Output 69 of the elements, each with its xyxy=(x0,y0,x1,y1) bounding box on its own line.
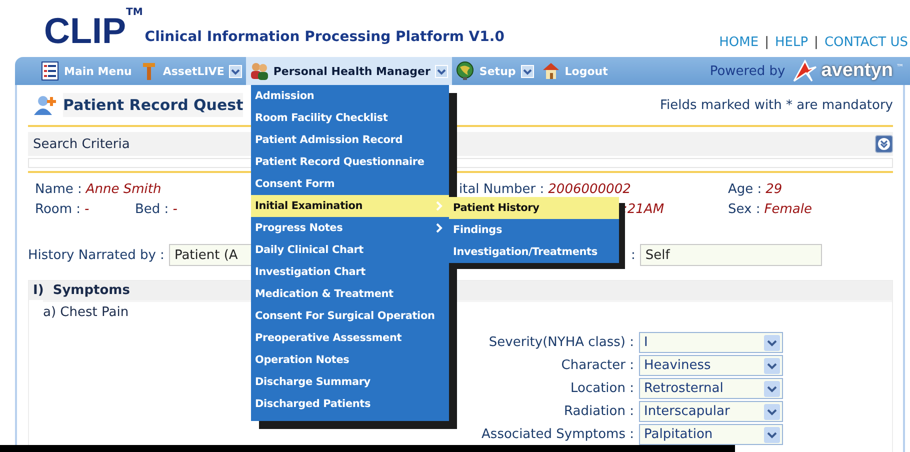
link-separator: | xyxy=(814,35,818,50)
field-label: ital Number : xyxy=(459,182,544,196)
dropdown-field[interactable]: I xyxy=(639,332,783,353)
globe-icon xyxy=(456,61,474,81)
field-label: Severity(NYHA class) : xyxy=(488,335,635,350)
people-icon xyxy=(250,61,268,81)
menu-item[interactable]: Patient Admission Record xyxy=(251,129,449,151)
field-value: Female xyxy=(764,202,812,216)
caret-icon xyxy=(764,334,780,350)
field-value: 2006000002 xyxy=(548,182,631,196)
menu-item[interactable]: Discharged Patients xyxy=(251,393,449,415)
field-label: Character : xyxy=(561,358,635,373)
field-value: :21AM xyxy=(623,202,664,216)
dropdown-field[interactable]: Heaviness xyxy=(639,355,783,376)
field-label: Location : xyxy=(570,381,635,396)
page-title: Patient Record Quest xyxy=(63,93,244,117)
field-value: 29 xyxy=(766,182,782,196)
dropdown-field[interactable]: Interscapular xyxy=(639,401,783,422)
expand-icon xyxy=(875,135,893,153)
field-label: Age : xyxy=(728,182,762,196)
brand-name: aventyn xyxy=(821,60,893,82)
clip-logo: CLIP xyxy=(44,13,126,49)
nav-menu-item[interactable]: Setup xyxy=(452,57,538,85)
nav-menu-item[interactable]: AssetLIVE xyxy=(136,57,246,85)
menu-item[interactable]: Admission xyxy=(251,85,449,107)
trademark-mark: ™ xyxy=(896,63,904,72)
house-icon xyxy=(542,61,560,81)
field-value: Anne Smith xyxy=(86,182,162,196)
header-link[interactable]: HELP xyxy=(774,35,808,50)
menu-item[interactable]: Operation Notes xyxy=(251,349,449,371)
field-value: - xyxy=(84,202,90,216)
caret-icon xyxy=(764,426,780,442)
header-link[interactable]: CONTACT US xyxy=(824,35,908,50)
menu-item[interactable]: Investigation/Treatments xyxy=(449,241,619,263)
field-label: Associated Symptoms : xyxy=(482,427,635,442)
mandatory-note: Fields marked with * are mandatory xyxy=(660,98,893,112)
caret-icon xyxy=(764,380,780,396)
nav-menu-item[interactable]: Personal Health Manager xyxy=(246,57,452,85)
caret-icon xyxy=(764,404,780,420)
nav-menu-item[interactable]: Logout xyxy=(538,57,612,85)
menu-item[interactable]: Progress Notes xyxy=(251,217,449,239)
menu-item[interactable]: Initial Examination xyxy=(251,195,449,217)
menu-item[interactable]: Discharge Summary xyxy=(251,371,449,393)
app-subtitle: Clinical Information Processing Platform V1.0 xyxy=(144,29,504,45)
link-separator: | xyxy=(764,35,769,50)
patient-icon xyxy=(33,94,57,116)
menu-item[interactable]: Findings xyxy=(449,219,619,241)
menu-item[interactable]: Preoperative Assessment xyxy=(251,327,449,349)
header-link[interactable]: HOME xyxy=(719,35,759,50)
menu-item[interactable]: Room Facility Checklist xyxy=(251,107,449,129)
caret-icon xyxy=(764,358,780,374)
list-icon xyxy=(41,61,59,81)
menu-item[interactable]: Consent Form xyxy=(251,173,449,195)
trademark-mark: TM xyxy=(126,7,143,18)
menu-item[interactable]: Patient History xyxy=(449,197,619,219)
field-label: History Narrated by : xyxy=(28,248,164,262)
dropdown-field[interactable]: Retrosternal xyxy=(639,378,783,399)
powered-by-text: Powered by xyxy=(710,64,786,78)
field-label: Radiation : xyxy=(564,404,635,419)
field-label: Sex : xyxy=(728,202,760,216)
field-label: Bed : xyxy=(135,202,169,216)
text-field[interactable]: Self xyxy=(640,244,822,266)
field-label: : xyxy=(631,248,636,262)
nav-menu-item[interactable]: Main Menu xyxy=(37,57,136,85)
dropdown-field[interactable]: Palpitation xyxy=(639,424,783,445)
brand-swoosh-icon xyxy=(792,59,818,83)
field-label: Name : xyxy=(35,182,82,196)
field-value: - xyxy=(172,202,178,216)
field-label: Room : xyxy=(35,202,81,216)
